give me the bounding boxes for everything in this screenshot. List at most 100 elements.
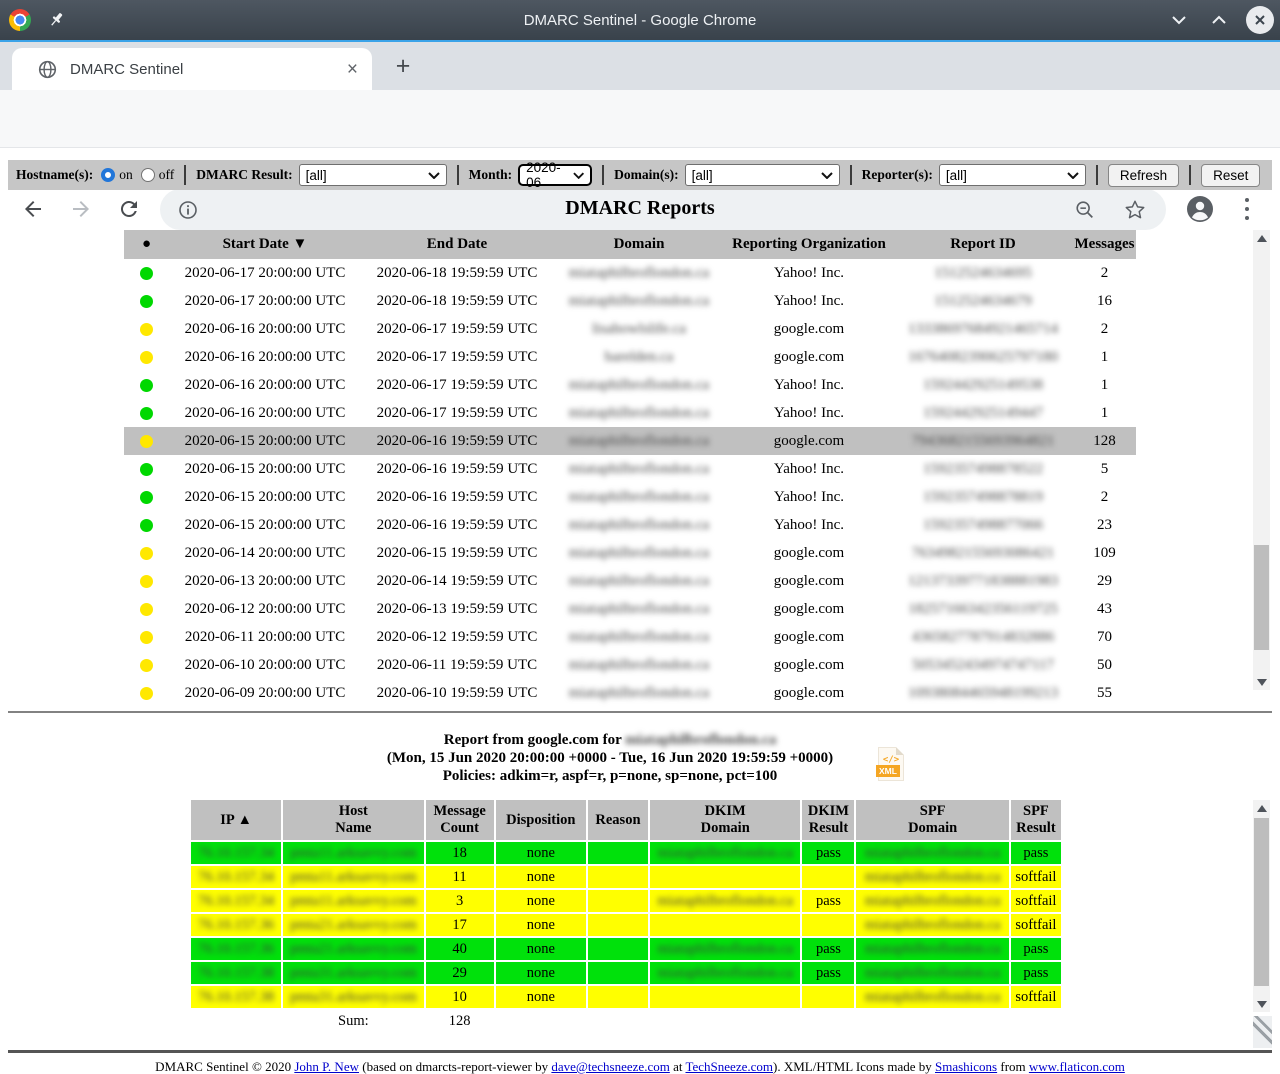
resize-grip-icon[interactable]: [1253, 1016, 1272, 1048]
cell-host: pmta21.arksavvy.com: [283, 914, 423, 936]
report-row[interactable]: 2020-06-16 20:00:00 UTC2020-06-17 19:59:…: [124, 343, 1136, 371]
cell-host: pmta11.arksavvy.com: [283, 842, 423, 864]
hostname-on-radio[interactable]: [101, 168, 115, 182]
cell-report-id: 1592442925149538: [893, 371, 1073, 399]
col-domain[interactable]: Domain: [553, 230, 725, 259]
report-row[interactable]: 2020-06-09 20:00:00 UTC2020-06-10 19:59:…: [124, 679, 1136, 707]
cell-end: 2020-06-16 19:59:59 UTC: [361, 427, 553, 455]
report-row[interactable]: 2020-06-14 20:00:00 UTC2020-06-15 19:59:…: [124, 539, 1136, 567]
cell-end: 2020-06-14 19:59:59 UTC: [361, 567, 553, 595]
scroll-up-icon[interactable]: [1253, 800, 1270, 816]
scrollbar-thumb[interactable]: [1254, 545, 1269, 650]
cell-report-id: 1592442925149447: [893, 399, 1073, 427]
report-row[interactable]: 2020-06-13 20:00:00 UTC2020-06-14 19:59:…: [124, 567, 1136, 595]
report-row[interactable]: 2020-06-15 20:00:00 UTC2020-06-16 19:59:…: [124, 455, 1136, 483]
report-row[interactable]: 2020-06-10 20:00:00 UTC2020-06-11 19:59:…: [124, 651, 1136, 679]
col-message-count[interactable]: Message Count: [426, 800, 494, 840]
green-status-dot-icon: [140, 267, 153, 280]
footer-link[interactable]: Smashicons: [935, 1059, 997, 1074]
footer: DMARC Sentinel © 2020 John P. New (based…: [0, 1059, 1280, 1074]
report-row[interactable]: 2020-06-16 20:00:00 UTC2020-06-17 19:59:…: [124, 315, 1136, 343]
cell-start: 2020-06-15 20:00:00 UTC: [169, 427, 361, 455]
report-row[interactable]: 2020-06-17 20:00:00 UTC2020-06-18 19:59:…: [124, 259, 1136, 287]
cell-end: 2020-06-15 19:59:59 UTC: [361, 539, 553, 567]
cell-disposition: none: [496, 890, 586, 912]
col-spf-domain[interactable]: SPF Domain: [856, 800, 1008, 840]
cell-domain: miataphilbroflondon.ca: [553, 623, 725, 651]
month-select[interactable]: 2020-06: [518, 164, 592, 186]
col-dkim-result[interactable]: DKIM Result: [802, 800, 854, 840]
status-cell: [124, 427, 169, 455]
col-disposition[interactable]: Disposition: [496, 800, 586, 840]
minimize-icon[interactable]: [1166, 7, 1192, 33]
report-row[interactable]: 2020-06-12 20:00:00 UTC2020-06-13 19:59:…: [124, 595, 1136, 623]
status-cell: [124, 623, 169, 651]
cell-org: google.com: [725, 343, 893, 371]
cell-end: 2020-06-17 19:59:59 UTC: [361, 371, 553, 399]
col-host-name[interactable]: Host Name: [283, 800, 423, 840]
footer-link[interactable]: dave@techsneeze.com: [551, 1059, 669, 1074]
domain-select[interactable]: [all]: [685, 164, 840, 186]
status-cell: [124, 287, 169, 315]
col-start-date[interactable]: Start Date ▼: [169, 230, 361, 259]
col-spf-result[interactable]: SPF Result: [1011, 800, 1061, 840]
report-row[interactable]: 2020-06-15 20:00:00 UTC2020-06-16 19:59:…: [124, 511, 1136, 539]
footer-link[interactable]: www.flaticon.com: [1029, 1059, 1125, 1074]
report-row[interactable]: 2020-06-16 20:00:00 UTC2020-06-17 19:59:…: [124, 399, 1136, 427]
report-row[interactable]: 2020-06-11 20:00:00 UTC2020-06-12 19:59:…: [124, 623, 1136, 651]
cell-dkim-domain: [650, 914, 800, 936]
globe-favicon-icon: [38, 60, 57, 79]
col-reporting-organization[interactable]: Reporting Organization: [725, 230, 893, 259]
cell-end: 2020-06-16 19:59:59 UTC: [361, 483, 553, 511]
col-reason[interactable]: Reason: [588, 800, 648, 840]
scroll-down-icon[interactable]: [1253, 674, 1270, 690]
yellow-status-dot-icon: [140, 659, 153, 672]
reports-scrollbar[interactable]: [1253, 230, 1270, 690]
footer-link[interactable]: TechSneeze.com: [685, 1059, 773, 1074]
col-report-id[interactable]: Report ID: [893, 230, 1073, 259]
col-ip[interactable]: IP ▲: [191, 800, 281, 840]
cell-domain: miataphilbroflondon.ca: [553, 539, 725, 567]
col-messages[interactable]: Messages: [1073, 230, 1136, 259]
sum-spacer: [191, 1010, 281, 1032]
reset-button[interactable]: Reset: [1201, 164, 1260, 187]
report-row[interactable]: 2020-06-15 20:00:00 UTC2020-06-16 19:59:…: [124, 427, 1136, 455]
detail-row: 76.10.157.38pmta31.arksavvy.com29nonemia…: [191, 962, 1061, 984]
cell-messages: 1: [1073, 399, 1136, 427]
xml-file-icon[interactable]: </> XML: [878, 747, 904, 781]
scroll-down-icon[interactable]: [1253, 996, 1270, 1012]
col-status[interactable]: ●: [124, 230, 169, 259]
new-tab-button[interactable]: +: [388, 51, 418, 81]
scrollbar-thumb[interactable]: [1254, 818, 1269, 986]
green-status-dot-icon: [140, 295, 153, 308]
cell-ip: 76.10.157.34: [191, 890, 281, 912]
report-row[interactable]: 2020-06-15 20:00:00 UTC2020-06-16 19:59:…: [124, 483, 1136, 511]
reporter-select[interactable]: [all]: [939, 164, 1086, 186]
sum-value: 128: [426, 1010, 494, 1032]
footer-divider: [8, 1050, 1272, 1053]
col-dkim-domain[interactable]: DKIM Domain: [650, 800, 800, 840]
dmarc-result-label: DMARC Result:: [196, 167, 292, 183]
dmarc-result-select[interactable]: [all]: [299, 164, 447, 186]
hostname-off-radio[interactable]: [141, 168, 155, 182]
footer-link[interactable]: John P. New: [294, 1059, 359, 1074]
refresh-button[interactable]: Refresh: [1108, 164, 1179, 187]
col-end-date[interactable]: End Date: [361, 230, 553, 259]
tab-close-icon[interactable]: ×: [347, 60, 358, 79]
cell-messages: 16: [1073, 287, 1136, 315]
report-row[interactable]: 2020-06-16 20:00:00 UTC2020-06-17 19:59:…: [124, 371, 1136, 399]
status-cell: [124, 343, 169, 371]
scroll-up-icon[interactable]: [1253, 230, 1270, 246]
cell-count: 11: [426, 866, 494, 888]
window-titlebar: DMARC Sentinel - Google Chrome: [0, 0, 1280, 40]
tab-dmarc-sentinel[interactable]: DMARC Sentinel ×: [12, 48, 372, 90]
cell-start: 2020-06-16 20:00:00 UTC: [169, 343, 361, 371]
report-row[interactable]: 2020-06-17 20:00:00 UTC2020-06-18 19:59:…: [124, 287, 1136, 315]
cell-domain: miataphilbroflondon.ca: [553, 259, 725, 287]
cell-start: 2020-06-15 20:00:00 UTC: [169, 483, 361, 511]
maximize-icon[interactable]: [1206, 7, 1232, 33]
detail-scrollbar[interactable]: [1253, 800, 1270, 1012]
hostname-on-label: on: [119, 167, 133, 183]
close-window-button[interactable]: [1246, 6, 1274, 34]
cell-spf-domain: miataphilbroflondon.ca: [856, 938, 1008, 960]
